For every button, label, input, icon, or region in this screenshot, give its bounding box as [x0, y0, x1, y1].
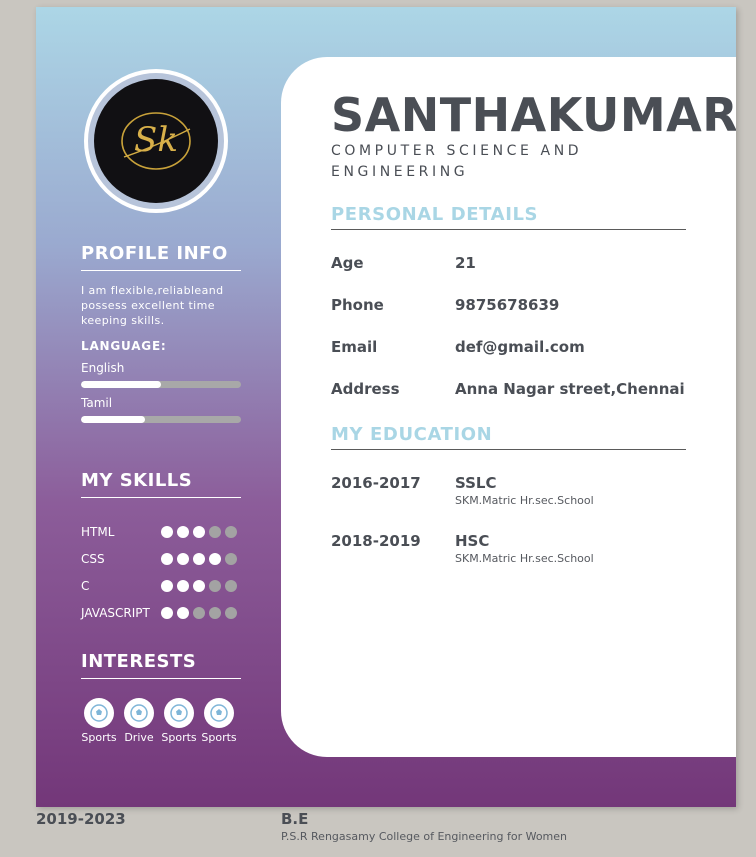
- skill-row-css: CSS: [81, 551, 241, 567]
- monogram-text: Sk: [134, 120, 178, 160]
- rating-dot-filled: [193, 580, 205, 592]
- interest-item: Sports: [161, 698, 197, 744]
- rating-dot-filled: [209, 553, 221, 565]
- language-fill: [81, 381, 161, 388]
- detail-label-age: Age: [331, 254, 364, 272]
- detail-value-phone: 9875678639: [455, 296, 560, 314]
- detail-value-address: Anna Nagar street,Chennai: [455, 380, 685, 398]
- skill-name: HTML: [81, 525, 115, 539]
- education-school: SKM.Matric Hr.sec.School: [455, 552, 594, 565]
- monogram-logo: Sk: [121, 112, 191, 170]
- profile-info-heading: PROFILE INFO: [81, 243, 241, 271]
- interest-item: Drive: [124, 698, 154, 744]
- skill-name: JAVASCRIPT: [81, 606, 150, 620]
- rating-dot-empty: [225, 526, 237, 538]
- personal-details-heading: PERSONAL DETAILS: [331, 204, 686, 230]
- detail-label-address: Address: [331, 380, 400, 398]
- department-subtitle: COMPUTER SCIENCE AND ENGINEERING: [331, 143, 583, 180]
- my-skills-heading: MY SKILLS: [81, 470, 241, 498]
- detail-label-phone: Phone: [331, 296, 384, 314]
- rating-dot-filled: [161, 553, 173, 565]
- skill-name: C: [81, 579, 90, 593]
- profile-summary: I am flexible,reliableand possess excell…: [81, 284, 224, 327]
- rating-dot-filled: [161, 607, 173, 619]
- rating-dot-empty: [193, 607, 205, 619]
- soccer-ball-icon: [124, 698, 154, 728]
- language-bar-english: [81, 381, 241, 388]
- education-year: 2016-2017: [331, 474, 421, 492]
- rating-dot-filled: [177, 526, 189, 538]
- my-education-heading: MY EDUCATION: [331, 424, 686, 450]
- detail-value-age: 21: [455, 254, 476, 272]
- interest-label: Sports: [81, 731, 117, 744]
- rating-dot-filled: [193, 526, 205, 538]
- interests-list: Sports Drive Sports Sports: [81, 698, 237, 744]
- avatar: Sk: [94, 79, 218, 203]
- rating-dot-empty: [209, 526, 221, 538]
- language-heading: LANGUAGE:: [81, 339, 167, 353]
- education-school: P.S.R Rengasamy College of Engineering f…: [281, 830, 568, 843]
- education-school: SKM.Matric Hr.sec.School: [455, 494, 594, 507]
- detail-value-email: def@gmail.com: [455, 338, 585, 356]
- detail-label-email: Email: [331, 338, 378, 356]
- page: Sk PROFILE INFO I am flexible,reliablean…: [0, 0, 756, 857]
- skill-rating: [161, 580, 237, 592]
- education-year: 2018-2019: [331, 532, 421, 550]
- rating-dot-filled: [193, 553, 205, 565]
- education-degree: HSC: [455, 532, 490, 550]
- skill-rating: [161, 526, 237, 538]
- interest-label: Drive: [124, 731, 154, 744]
- skill-row-html: HTML: [81, 524, 241, 540]
- interests-heading: INTERESTS: [81, 651, 241, 679]
- language-bar-tamil: [81, 416, 241, 423]
- education-year: 2019-2023: [36, 810, 126, 828]
- soccer-ball-icon: [204, 698, 234, 728]
- resume-card: Sk PROFILE INFO I am flexible,reliablean…: [36, 7, 736, 807]
- rating-dot-empty: [225, 580, 237, 592]
- main-panel: SANTHAKUMARI COMPUTER SCIENCE AND ENGINE…: [281, 57, 736, 757]
- education-degree: B.E: [281, 810, 309, 828]
- avatar-ring: Sk: [84, 69, 228, 213]
- candidate-name: SANTHAKUMARI: [331, 88, 736, 142]
- skill-name: CSS: [81, 552, 105, 566]
- rating-dot-filled: [161, 580, 173, 592]
- language-name-english: English: [81, 361, 125, 375]
- rating-dot-empty: [209, 580, 221, 592]
- rating-dot-empty: [209, 607, 221, 619]
- skill-rating: [161, 553, 237, 565]
- rating-dot-filled: [161, 526, 173, 538]
- rating-dot-filled: [177, 553, 189, 565]
- language-name-tamil: Tamil: [81, 396, 113, 410]
- rating-dot-filled: [177, 607, 189, 619]
- rating-dot-filled: [177, 580, 189, 592]
- skill-row-javascript: JAVASCRIPT: [81, 605, 241, 621]
- skill-row-c: C: [81, 578, 241, 594]
- rating-dot-empty: [225, 607, 237, 619]
- education-degree: SSLC: [455, 474, 497, 492]
- rating-dot-empty: [225, 553, 237, 565]
- soccer-ball-icon: [164, 698, 194, 728]
- interest-label: Sports: [161, 731, 197, 744]
- soccer-ball-icon: [84, 698, 114, 728]
- skill-rating: [161, 607, 237, 619]
- interest-label: Sports: [201, 731, 237, 744]
- interest-item: Sports: [81, 698, 117, 744]
- language-fill: [81, 416, 145, 423]
- interest-item: Sports: [201, 698, 237, 744]
